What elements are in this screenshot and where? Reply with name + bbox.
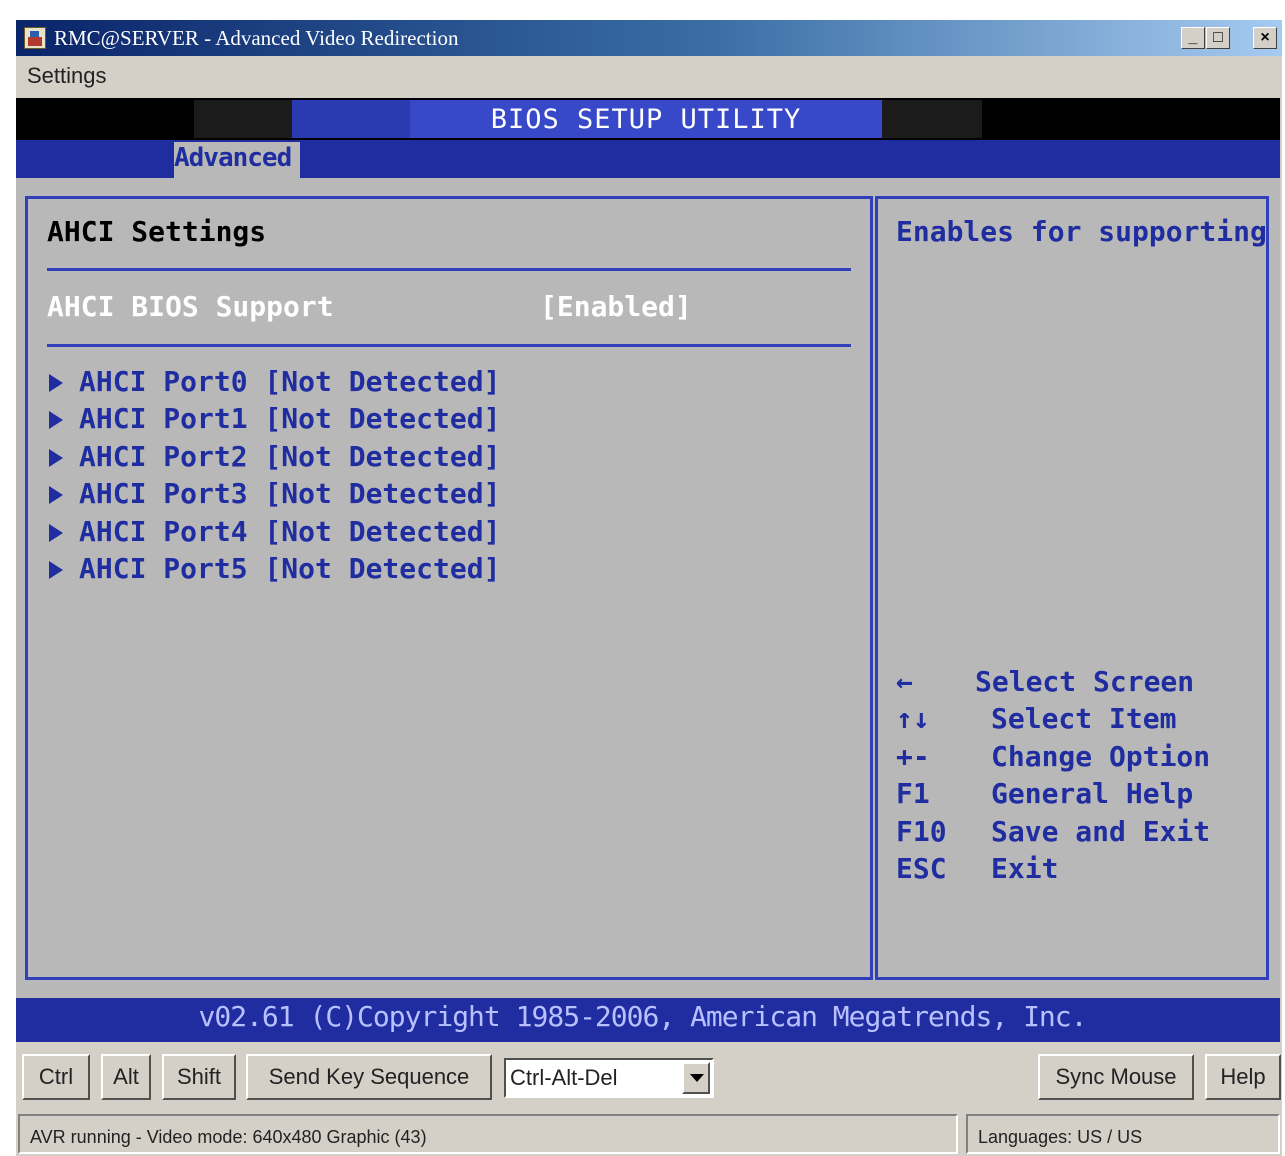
shift-button[interactable]: Shift [162, 1054, 236, 1100]
submenu-arrow-icon [49, 449, 63, 467]
key-plus-minus: +- [896, 740, 930, 773]
menu-settings[interactable]: Settings [27, 63, 107, 89]
submenu-arrow-icon [49, 561, 63, 579]
submenu-arrow-icon [49, 374, 63, 392]
key-left: ← [896, 665, 913, 698]
port-label: AHCI Port4 [Not Detected] [79, 515, 501, 548]
key-f1: F1 [896, 777, 930, 810]
key-esc: ESC [896, 852, 947, 885]
submenu-arrow-icon [49, 486, 63, 504]
divider [47, 268, 851, 271]
submenu-arrow-icon [49, 411, 63, 429]
key-f10: F10 [896, 815, 947, 848]
port-label: AHCI Port5 [Not Detected] [79, 552, 501, 585]
menu-bar [16, 56, 1282, 96]
key-desc-exit: Exit [991, 852, 1059, 885]
key-desc-select-item: Select Item [991, 702, 1177, 735]
port-label: AHCI Port0 [Not Detected] [79, 365, 501, 398]
key-desc-select-screen: Select Screen [975, 665, 1195, 698]
languages-text: Languages: US / US [978, 1127, 1143, 1147]
key-desc-save-and-exit: Save and Exit [991, 815, 1211, 848]
dropdown-button[interactable] [682, 1062, 710, 1094]
maximize-button[interactable]: □ [1206, 27, 1230, 49]
help-text: Enables for supporting [896, 215, 1267, 248]
chevron-down-icon [690, 1074, 704, 1082]
copyright-text: v02.61 (C)Copyright 1985-2006, American … [198, 1000, 1087, 1033]
help-button[interactable]: Help [1205, 1054, 1281, 1100]
port-label: AHCI Port3 [Not Detected] [79, 477, 501, 510]
bios-header-segment [194, 100, 292, 138]
minimize-button[interactable]: _ [1181, 27, 1205, 49]
window-title: RMC@SERVER - Advanced Video Redirection [54, 26, 459, 50]
ahci-bios-support-value[interactable]: [Enabled] [540, 290, 692, 323]
status-text: AVR running - Video mode: 640x480 Graphi… [30, 1127, 427, 1147]
bios-header-segment [882, 100, 982, 138]
section-title: AHCI Settings [47, 215, 267, 248]
divider [47, 344, 851, 347]
port-label: AHCI Port1 [Not Detected] [79, 402, 501, 435]
tab-advanced-label: Advanced [174, 143, 292, 173]
ctrl-button[interactable]: Ctrl [22, 1054, 90, 1100]
key-up-down: ↑↓ [896, 702, 930, 735]
key-desc-change-option: Change Option [991, 740, 1211, 773]
ahci-bios-support-label[interactable]: AHCI BIOS Support [47, 290, 334, 323]
port-label: AHCI Port2 [Not Detected] [79, 440, 501, 473]
key-sequence-value: Ctrl-Alt-Del [510, 1065, 618, 1090]
bios-title: BIOS SETUP UTILITY [490, 104, 802, 135]
alt-button[interactable]: Alt [101, 1054, 151, 1100]
submenu-arrow-icon [49, 524, 63, 542]
sync-mouse-button[interactable]: Sync Mouse [1038, 1054, 1194, 1100]
send-key-sequence-button[interactable]: Send Key Sequence [246, 1054, 492, 1100]
close-button[interactable]: × [1253, 27, 1277, 49]
key-desc-general-help: General Help [991, 777, 1194, 810]
java-app-icon [24, 27, 46, 49]
